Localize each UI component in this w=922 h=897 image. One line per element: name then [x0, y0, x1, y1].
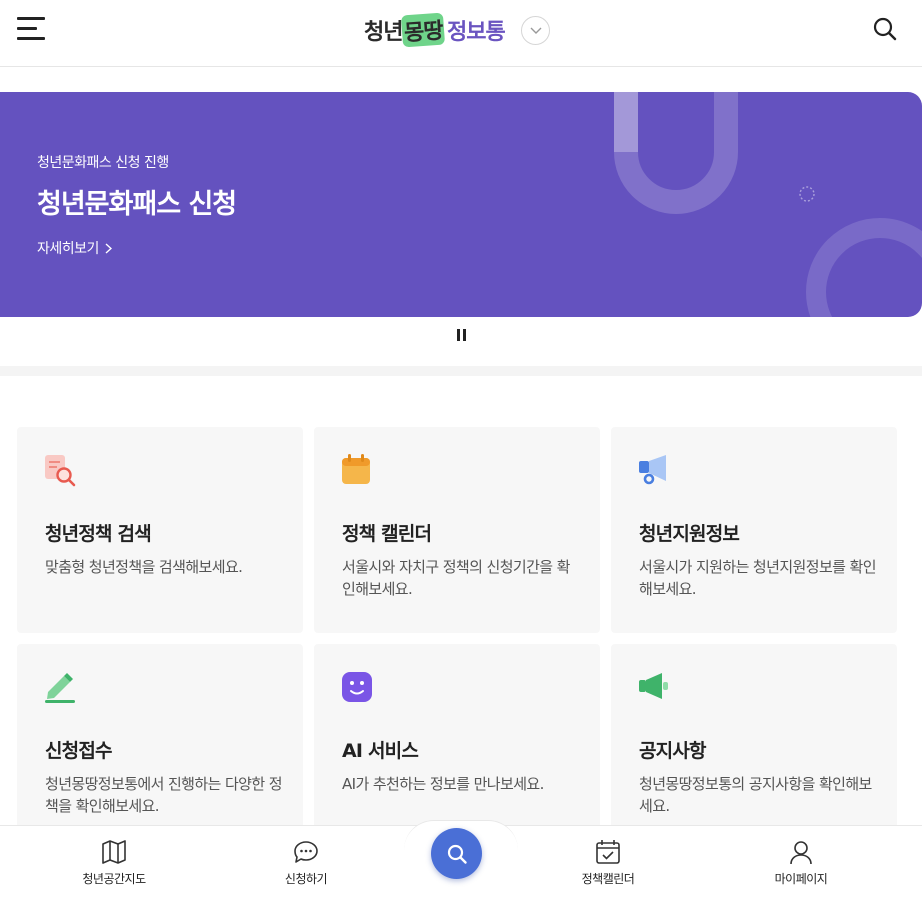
header: 청년 몽땅 정보통: [0, 0, 922, 67]
section-divider: [0, 366, 922, 376]
nav-label: 청년공간지도: [82, 872, 146, 886]
chat-bubble-icon: [294, 841, 318, 863]
banner-subtitle: 청년문화패스 신청 진행: [37, 155, 169, 171]
card-description: 청년몽땅정보통의 공지사항을 확인해보세요.: [639, 775, 872, 815]
search-icon: [873, 17, 897, 41]
logo-text-part3: 정보통: [446, 20, 506, 45]
fab-search-button[interactable]: [431, 828, 482, 879]
main-banner[interactable]: 청년문화패스 신청 진행 청년문화패스 신청 자세히보기: [0, 92, 922, 317]
card-policy-calendar[interactable]: 정책 캘린더 서울시와 자치구 정책의 신청기간을 확인해보세요.: [314, 427, 600, 633]
chevron-right-icon: [105, 242, 112, 254]
banner-detail-label: 자세히보기: [37, 241, 99, 257]
card-policy-search[interactable]: 청년정책 검색 맞춤형 청년정책을 검색해보세요.: [17, 427, 303, 633]
banner-title: 청년문화패스 신청: [37, 189, 237, 220]
search-icon: [447, 844, 467, 864]
card-youth-support[interactable]: 청년지원정보 서울시가 지원하는 청년지원정보를 확인해보세요.: [611, 427, 897, 633]
announcement-icon: [639, 673, 668, 699]
nav-label: 마이페이지: [774, 872, 828, 886]
card-title: AI 서비스: [342, 740, 419, 762]
document-search-icon: [45, 455, 76, 487]
card-title: 공지사항: [639, 740, 707, 762]
logo-text-part1: 청년: [364, 20, 403, 45]
search-button[interactable]: [872, 16, 898, 42]
card-title: 청년지원정보: [639, 523, 740, 545]
calendar-icon: [342, 454, 370, 484]
user-icon: [790, 841, 812, 864]
nav-label: 신청하기: [284, 872, 328, 886]
card-title: 청년정책 검색: [45, 523, 152, 545]
site-toggle-button[interactable]: [521, 16, 550, 45]
card-title: 신청접수: [45, 740, 113, 762]
card-description: 맞춤형 청년정책을 검색해보세요.: [45, 558, 243, 576]
card-description: 서울시가 지원하는 청년지원정보를 확인해보세요.: [639, 558, 877, 598]
banner-detail-link[interactable]: 자세히보기: [37, 238, 112, 258]
ai-face-icon: [342, 672, 372, 702]
nav-item-space-map[interactable]: 청년공간지도: [54, 840, 174, 887]
nav-item-apply[interactable]: 신청하기: [246, 840, 366, 887]
map-icon: [102, 840, 126, 864]
card-application[interactable]: 신청접수 청년몽땅정보통에서 진행하는 다양한 정책을 확인해보세요.: [17, 644, 303, 850]
pencil-icon: [45, 673, 75, 703]
banner-pause-button[interactable]: [456, 329, 468, 343]
logo-text-part2: 몽땅: [401, 12, 447, 48]
nav-item-mypage[interactable]: 마이페이지: [741, 840, 861, 887]
card-description: 서울시와 자치구 정책의 신청기간을 확인해보세요.: [342, 558, 570, 598]
nav-label: 정책캘린더: [581, 872, 635, 886]
card-notice[interactable]: 공지사항 청년몽땅정보통의 공지사항을 확인해보세요.: [611, 644, 897, 850]
card-title: 정책 캘린더: [342, 523, 432, 545]
hamburger-menu-icon[interactable]: [17, 17, 47, 41]
chevron-down-icon: [530, 27, 541, 34]
megaphone-icon: [639, 455, 666, 485]
site-logo[interactable]: 청년 몽땅 정보통: [364, 12, 506, 48]
card-description: 청년몽땅정보통에서 진행하는 다양한 정책을 확인해보세요.: [45, 775, 283, 815]
calendar-check-icon: [596, 840, 620, 864]
nav-item-policy-calendar[interactable]: 정책캘린더: [548, 840, 668, 887]
card-description: AI가 추천하는 정보를 만나보세요.: [342, 775, 544, 793]
